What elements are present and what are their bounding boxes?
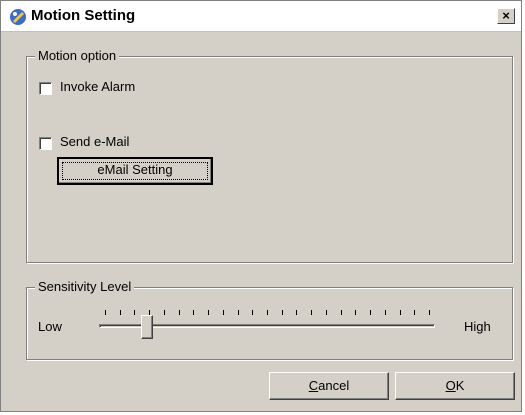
slider-tick bbox=[370, 310, 372, 315]
cancel-button[interactable]: Cancel bbox=[269, 372, 389, 400]
motion-option-group: Motion option Invoke Alarm Send e-Mail e… bbox=[26, 48, 513, 263]
sensitivity-level-group: Sensitivity Level Low High bbox=[26, 279, 513, 360]
low-label: Low bbox=[38, 319, 62, 334]
send-email-checkbox[interactable] bbox=[39, 137, 52, 150]
title-bar[interactable]: Motion Setting × bbox=[1, 1, 521, 32]
motion-option-legend: Motion option bbox=[35, 48, 120, 63]
slider-tick bbox=[384, 310, 386, 315]
slider-tick bbox=[296, 310, 298, 315]
slider-tick bbox=[355, 310, 357, 315]
slider-tick bbox=[252, 310, 254, 315]
ok-mnemonic: O bbox=[445, 378, 456, 393]
email-setting-button[interactable]: eMail Setting bbox=[57, 157, 213, 185]
window-title: Motion Setting bbox=[31, 7, 136, 24]
slider-tick bbox=[208, 310, 210, 315]
slider-tick bbox=[222, 310, 224, 315]
invoke-alarm-label[interactable]: Invoke Alarm bbox=[60, 79, 135, 94]
send-email-label[interactable]: Send e-Mail bbox=[60, 134, 129, 149]
cancel-label: ancel bbox=[318, 378, 350, 393]
slider-tick bbox=[340, 310, 342, 315]
slider-tick bbox=[414, 310, 416, 315]
slider-tick bbox=[281, 310, 283, 315]
cancel-mnemonic: C bbox=[308, 378, 319, 393]
focus-rectangle bbox=[62, 162, 208, 180]
dialog-app-icon bbox=[10, 9, 26, 25]
slider-tick bbox=[193, 310, 195, 315]
slider-tick bbox=[119, 310, 121, 315]
slider-tick bbox=[105, 310, 106, 315]
close-icon[interactable]: × bbox=[497, 8, 515, 24]
slider-tick bbox=[399, 310, 401, 315]
ok-label: K bbox=[455, 378, 465, 393]
slider-tick bbox=[163, 310, 165, 315]
slider-tick bbox=[178, 310, 180, 315]
slider-tick bbox=[267, 310, 268, 315]
sensitivity-level-legend: Sensitivity Level bbox=[35, 279, 135, 294]
slider-tick bbox=[311, 310, 313, 315]
high-label: High bbox=[464, 319, 491, 334]
motion-setting-dialog: Motion Setting × Motion option Invoke Al… bbox=[0, 0, 522, 412]
slider-tick bbox=[134, 310, 136, 315]
invoke-alarm-checkbox[interactable] bbox=[39, 82, 52, 95]
slider-tick bbox=[429, 310, 430, 315]
slider-tick bbox=[325, 310, 327, 315]
slider-tick bbox=[237, 310, 239, 315]
sensitivity-slider-thumb[interactable] bbox=[141, 315, 154, 339]
ok-button[interactable]: OK bbox=[395, 372, 515, 400]
